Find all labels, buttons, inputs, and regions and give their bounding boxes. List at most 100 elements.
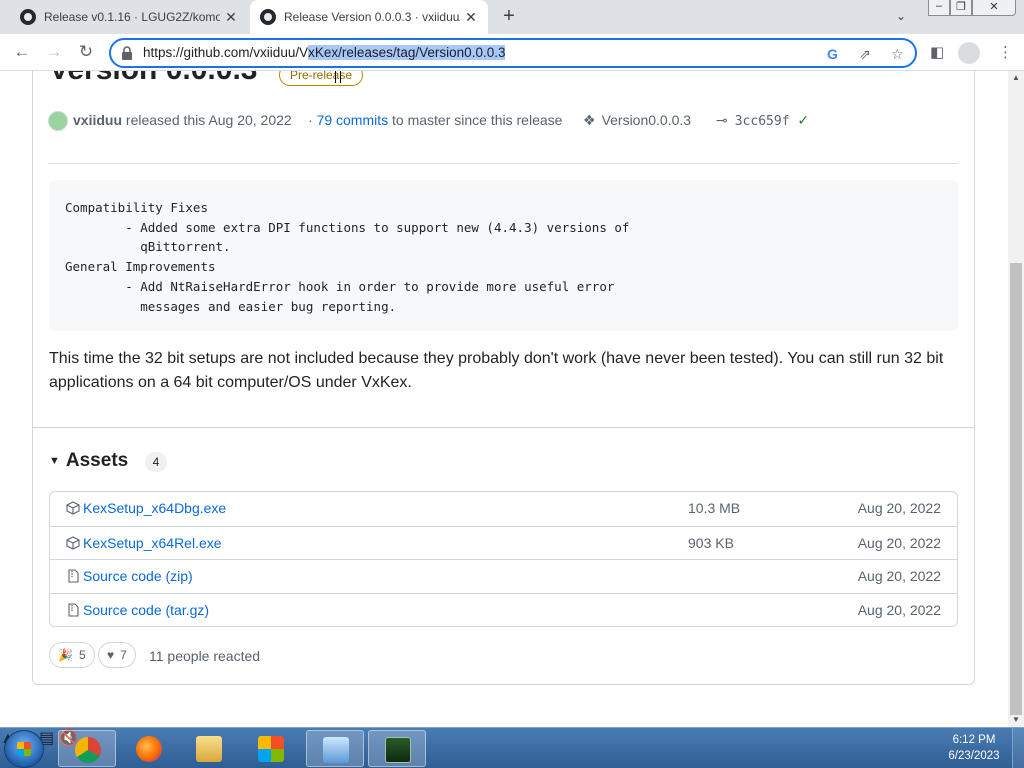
scroll-down-icon[interactable]: ▼ — [1012, 715, 1020, 724]
commit-hash: 3cc659f — [734, 114, 790, 129]
forward-icon[interactable]: → — [42, 41, 66, 65]
windows-logo-icon — [258, 736, 284, 762]
release-byline: vxiiduu released this Aug 20, 2022 — [73, 112, 292, 128]
asset-link[interactable]: KexSetup_x64Dbg.exe — [83, 500, 226, 516]
asset-date: Aug 20, 2022 — [857, 568, 941, 584]
folder-icon — [196, 736, 222, 762]
tab-vxkex[interactable]: Release Version 0.0.0.3 · vxiiduu/VxKex … — [250, 0, 488, 34]
assets-list: KexSetup_x64Dbg.exe 10.3 MB Aug 20, 2022… — [49, 491, 958, 627]
reaction-count: 7 — [120, 648, 127, 662]
verified-check-icon: ✓ — [797, 112, 810, 128]
tag-name: Version0.0.0.3 — [601, 112, 692, 128]
lock-icon — [122, 46, 132, 60]
asset-row: Source code (tar.gz) Aug 20, 2022 — [50, 592, 957, 627]
task-manager-icon — [385, 737, 411, 763]
tag-info[interactable]: ❖ Version0.0.0.3 — [583, 112, 691, 129]
package-icon — [66, 501, 80, 515]
taskbar-chrome[interactable] — [58, 730, 116, 767]
asset-date: Aug 20, 2022 — [857, 601, 941, 618]
asset-size: 903 KB — [688, 534, 734, 551]
tab-komorebi[interactable]: Release v0.1.16 · LGUG2Z/komorebi ✕ — [8, 0, 248, 34]
clock-date: 6/23/2023 — [948, 750, 1000, 762]
address-bar[interactable]: https://github.com/vxiiduu/VxKex/release… — [109, 38, 917, 68]
tab-title: Release v0.1.16 · LGUG2Z/komorebi — [44, 10, 220, 24]
taskbar-control-panel[interactable] — [306, 730, 364, 767]
commit-info[interactable]: ⊸ 3cc659f ✓ — [716, 112, 809, 129]
asset-ext: (zip) — [165, 568, 193, 584]
commits-dot: · — [308, 112, 313, 128]
asset-size: 10.3 MB — [688, 500, 741, 516]
reload-icon[interactable]: ↻ — [74, 41, 98, 65]
window-close-button[interactable]: ✕ — [972, 0, 1016, 16]
show-desktop-button[interactable] — [1012, 728, 1024, 768]
commits-info: · 79 commits to master since this releas… — [308, 112, 562, 128]
asset-link[interactable]: KexSetup_x64Rel.exe — [83, 535, 222, 551]
text-cursor-icon — [335, 71, 341, 83]
profile-avatar[interactable] — [958, 42, 980, 64]
taskbar: ▲ ⚑ ▤ 🔇 6:12 PM 6/23/2023 — [0, 727, 1024, 768]
taskbar-task-manager[interactable] — [368, 730, 426, 767]
back-icon[interactable]: ← — [10, 41, 34, 65]
share-icon[interactable]: ⇗ — [859, 46, 871, 63]
menu-kebab-icon[interactable]: ⋮ — [998, 43, 1013, 61]
url-prefix: https://github.com/vxiiduu/V — [143, 45, 309, 60]
asset-row: KexSetup_x64Dbg.exe 10.3 MB Aug 20, 2022 — [50, 492, 957, 526]
window-controls: – ❐ ✕ — [928, 0, 1016, 18]
heart-icon: ♥ — [107, 648, 115, 662]
asset-date: Aug 20, 2022 — [857, 500, 941, 516]
start-button[interactable] — [4, 730, 44, 768]
url-text[interactable]: https://github.com/vxiiduu/VxKex/release… — [143, 45, 506, 60]
tab-search-icon[interactable]: ⌄ — [896, 9, 906, 23]
file-zip-icon — [68, 569, 79, 583]
commits-link[interactable]: 79 commits — [317, 112, 389, 128]
asset-name: Source code — [83, 601, 162, 618]
firefox-icon — [136, 736, 162, 762]
url-selected: xKex/releases/tag/Version0.0.0.3 — [308, 45, 506, 60]
clock-time: 6:12 PM — [952, 734, 996, 746]
released-text: released this Aug 20, 2022 — [125, 112, 292, 128]
assets-heading: Assets — [65, 450, 129, 471]
asset-date: Aug 20, 2022 — [857, 534, 941, 551]
asset-link[interactable]: Source code (tar.gz) — [83, 602, 209, 618]
scrollbar-thumb[interactable] — [1010, 263, 1022, 715]
scroll-up-icon[interactable]: ▲ — [1012, 73, 1020, 82]
release-notes-code: Compatibility Fixes - Added some extra D… — [49, 180, 958, 331]
release-notes-paragraph: This time the 32 bit setups are not incl… — [49, 350, 944, 391]
taskbar-explorer[interactable] — [180, 730, 238, 767]
release-title: Version 0.0.0.3 — [49, 71, 257, 87]
github-icon — [20, 9, 36, 25]
reaction-heart-button[interactable]: ♥ 7 — [98, 642, 136, 668]
google-lens-icon[interactable]: G — [827, 46, 838, 62]
prerelease-badge: Pre-release — [279, 71, 364, 86]
assets-count: 4 — [145, 452, 167, 472]
asset-row: KexSetup_x64Rel.exe 903 KB Aug 20, 2022 — [50, 525, 957, 560]
author-avatar[interactable] — [48, 111, 68, 131]
triangle-down-icon: ▼ — [49, 455, 60, 467]
taskbar-windows-app[interactable] — [242, 730, 300, 767]
control-panel-icon — [323, 737, 349, 763]
browser-toolbar: ← → ↻ https://github.com/vxiiduu/VxKex/r… — [0, 34, 1024, 71]
bookmark-star-icon[interactable]: ☆ — [891, 46, 904, 63]
author-link[interactable]: vxiiduu — [73, 112, 122, 128]
reaction-count: 5 — [78, 648, 86, 662]
asset-link[interactable]: Source code (zip) — [83, 568, 193, 584]
asset-name: KexSetup_x64Dbg.exe — [83, 500, 227, 516]
separator — [48, 163, 958, 164]
tada-icon: 🎉 — [58, 648, 73, 662]
system-clock[interactable]: 6:12 PM 6/23/2023 — [944, 732, 1004, 764]
close-icon[interactable]: ✕ — [460, 9, 482, 26]
tab-title: Release Version 0.0.0.3 · vxiiduu/VxKex — [284, 10, 460, 24]
restore-button[interactable]: ❐ — [950, 0, 972, 16]
assets-toggle[interactable]: ▼ Assets — [49, 450, 128, 472]
new-tab-button[interactable]: + — [498, 6, 520, 28]
taskbar-firefox[interactable] — [120, 730, 178, 767]
reaction-tada-button[interactable]: 🎉 5 — [49, 642, 95, 668]
chrome-icon — [75, 737, 101, 763]
side-panel-icon[interactable]: ◧ — [930, 43, 944, 61]
asset-name: Source code — [83, 568, 162, 584]
minimize-button[interactable]: – — [928, 0, 950, 16]
package-icon — [66, 535, 80, 550]
close-icon[interactable]: ✕ — [220, 9, 242, 26]
vertical-scrollbar[interactable]: ▲ ▼ — [1008, 71, 1024, 727]
file-zip-icon — [68, 602, 79, 617]
